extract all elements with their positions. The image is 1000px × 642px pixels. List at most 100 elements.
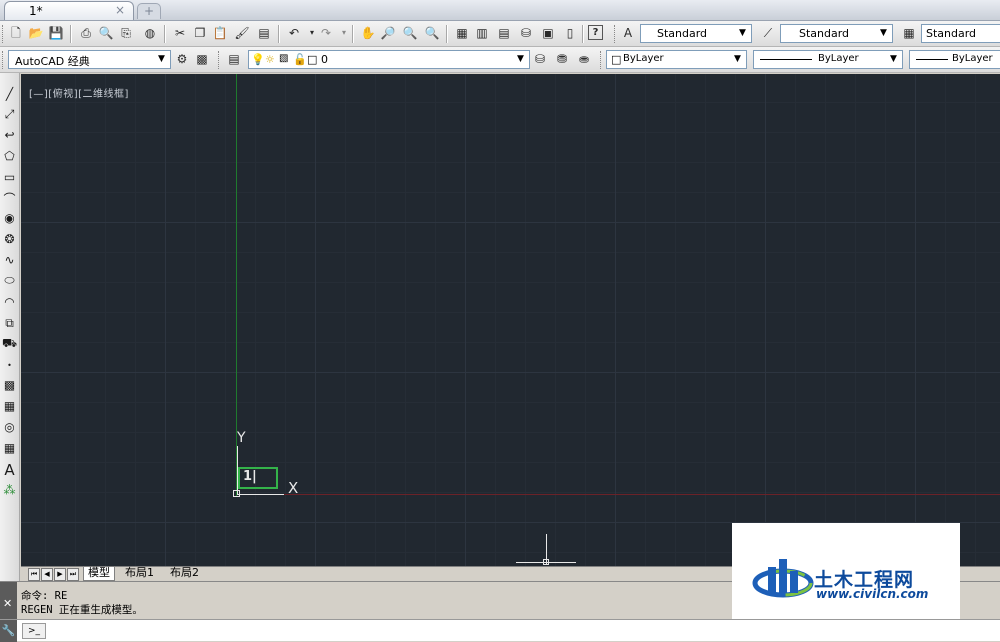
tool-palettes-icon[interactable]: ▤ xyxy=(496,25,512,41)
paste-icon[interactable]: 📋 xyxy=(212,25,228,41)
plot-preview-icon[interactable]: 🔍 xyxy=(98,25,114,41)
last-layout-button[interactable]: ⏭ xyxy=(67,568,79,581)
make-block-icon[interactable]: ⛟ xyxy=(1,335,18,353)
table-style-select[interactable]: Standard xyxy=(921,24,1000,43)
workspace-value: AutoCAD 经典 xyxy=(15,55,90,68)
rectangle-icon[interactable]: ▭ xyxy=(1,168,18,186)
dimension-style-icon[interactable]: ⟋ xyxy=(760,25,776,41)
text-style-value: Standard xyxy=(657,27,708,40)
table-style-icon[interactable]: ▦ xyxy=(901,25,917,41)
text-style-select[interactable]: Standard ▼ xyxy=(640,24,752,43)
spline-icon[interactable]: ∿ xyxy=(1,251,18,269)
hatch-icon[interactable]: ▩ xyxy=(1,376,18,394)
insert-block-icon[interactable]: ⧉ xyxy=(1,314,18,332)
layer-manager-icon[interactable]: ▤ xyxy=(226,51,242,67)
x-axis-line xyxy=(237,494,1000,495)
dim-style-select[interactable]: Standard ▼ xyxy=(780,24,893,43)
publish-icon[interactable]: ⎘ xyxy=(118,25,134,41)
tab-layout2[interactable]: 布局2 xyxy=(166,567,203,580)
construction-line-icon[interactable]: ⤢ xyxy=(1,105,18,123)
gradient-icon[interactable]: ▦ xyxy=(1,397,18,415)
ellipse-icon[interactable]: ⬭ xyxy=(1,271,18,289)
toolbar-grip[interactable] xyxy=(2,51,6,69)
layer-select[interactable]: 💡 ☼ ▧ 🔓 □ 0 ▼ xyxy=(248,50,530,69)
circle-icon[interactable]: ◉ xyxy=(1,209,18,227)
close-tab-icon[interactable]: × xyxy=(115,3,125,17)
save-icon[interactable]: 💾 xyxy=(48,25,64,41)
command-prompt-button[interactable]: >_ xyxy=(22,623,46,639)
add-selected-icon[interactable]: ⁂ xyxy=(1,481,18,499)
layer-color-swatch-icon: □ xyxy=(307,53,318,66)
zoom-realtime-icon[interactable]: 🔎 xyxy=(380,25,396,41)
close-icon[interactable]: ✕ xyxy=(3,597,12,610)
color-value: ByLayer xyxy=(623,53,664,64)
layer-state-icon[interactable]: ⛂ xyxy=(576,51,592,67)
watermark-logo: 土木工程网 www.civilcn.com xyxy=(732,523,960,619)
undo-icon[interactable]: ↶ xyxy=(286,25,302,41)
pan-icon[interactable]: ✋ xyxy=(360,25,376,41)
region-icon[interactable]: ◎ xyxy=(1,418,18,436)
copy-icon[interactable]: ❐ xyxy=(192,25,208,41)
cut-icon[interactable]: ✂ xyxy=(172,25,188,41)
zoom-window-icon[interactable]: 🔍 xyxy=(402,25,418,41)
toolbar-separator xyxy=(582,25,584,43)
workspace-select[interactable]: AutoCAD 经典 ▼ xyxy=(8,50,171,69)
ucs-marker-text: 1| xyxy=(243,469,257,484)
quickcalc-icon[interactable]: ▯ xyxy=(562,25,578,41)
revision-cloud-icon[interactable]: ❂ xyxy=(1,230,18,248)
workspace-save-icon[interactable]: ▩ xyxy=(194,51,210,67)
first-layout-button[interactable]: ⏮ xyxy=(28,568,40,581)
multiline-text-icon[interactable]: A xyxy=(1,461,18,479)
help-icon[interactable]: ? xyxy=(588,25,603,40)
markup-icon[interactable]: ▣ xyxy=(540,25,556,41)
linetype-select[interactable]: ByLayer ▼ xyxy=(753,50,903,69)
open-file-icon[interactable]: 📂 xyxy=(28,25,44,41)
arc-icon[interactable]: ⌒ xyxy=(1,189,18,207)
line-icon[interactable]: ╱ xyxy=(1,85,18,103)
plot-icon[interactable]: ⎙ xyxy=(78,25,94,41)
command-line: 🔧 >_ xyxy=(0,619,1000,642)
toolbar-grip[interactable] xyxy=(600,51,604,69)
prev-layout-button[interactable]: ◀ xyxy=(41,568,53,581)
3d-dwf-icon[interactable]: ◍ xyxy=(142,25,158,41)
toolbar-grip[interactable] xyxy=(2,25,6,43)
sheet-set-icon[interactable]: ⛁ xyxy=(518,25,534,41)
dim-style-value: Standard xyxy=(799,27,850,40)
text-style-icon[interactable]: A xyxy=(620,25,636,41)
zoom-previous-icon[interactable]: 🔍 xyxy=(424,25,440,41)
toolbar-grip[interactable] xyxy=(218,51,222,69)
ellipse-arc-icon[interactable]: ◠ xyxy=(1,293,18,311)
block-editor-icon[interactable]: ▤ xyxy=(256,25,272,41)
table-icon[interactable]: ▦ xyxy=(1,439,18,457)
linetype-preview xyxy=(760,59,812,60)
viewport-controls-label[interactable]: [—][俯视][二维线框] xyxy=(29,85,129,100)
next-layout-button[interactable]: ▶ xyxy=(54,568,66,581)
command-history-line: 命令: RE xyxy=(21,590,68,602)
workspace-layers-toolbar: AutoCAD 经典 ▼ ⚙ ▩ ▤ 💡 ☼ ▧ 🔓 □ 0 ▼ ⛁ ⛃ ⛂ □… xyxy=(0,47,1000,73)
toolbar-separator xyxy=(164,25,166,43)
command-window-handle[interactable]: ✕ xyxy=(0,582,17,620)
wrench-icon[interactable]: 🔧 xyxy=(0,620,17,642)
new-tab-button[interactable]: + xyxy=(137,3,161,19)
redo-dropdown-icon[interactable]: ▾ xyxy=(336,25,352,41)
color-select[interactable]: □ ByLayer ▼ xyxy=(606,50,747,69)
new-file-icon[interactable]: 🗋 xyxy=(8,25,24,41)
command-input[interactable] xyxy=(50,622,734,640)
toolbar-grip[interactable] xyxy=(614,25,618,43)
drawing-canvas[interactable]: [—][俯视][二维线框] 1| Y X xyxy=(21,74,1000,566)
polyline-icon[interactable]: ↩ xyxy=(1,126,18,144)
document-tab[interactable]: 1* × xyxy=(4,1,134,20)
tab-layout1[interactable]: 布局1 xyxy=(121,567,158,580)
match-properties-icon[interactable]: 🖌 xyxy=(234,25,250,41)
toolbar-separator xyxy=(352,25,354,43)
properties-icon[interactable]: ▦ xyxy=(454,25,470,41)
layer-previous-icon[interactable]: ⛃ xyxy=(554,51,570,67)
redo-icon[interactable]: ↷ xyxy=(318,25,334,41)
tab-model[interactable]: 模型 xyxy=(83,567,115,581)
point-icon[interactable]: • xyxy=(1,356,18,374)
make-current-layer-icon[interactable]: ⛁ xyxy=(532,51,548,67)
design-center-icon[interactable]: ▥ xyxy=(474,25,490,41)
polygon-icon[interactable]: ⬠ xyxy=(1,147,18,165)
lineweight-select[interactable]: ByLayer xyxy=(909,50,1000,69)
workspace-settings-icon[interactable]: ⚙ xyxy=(174,51,190,67)
